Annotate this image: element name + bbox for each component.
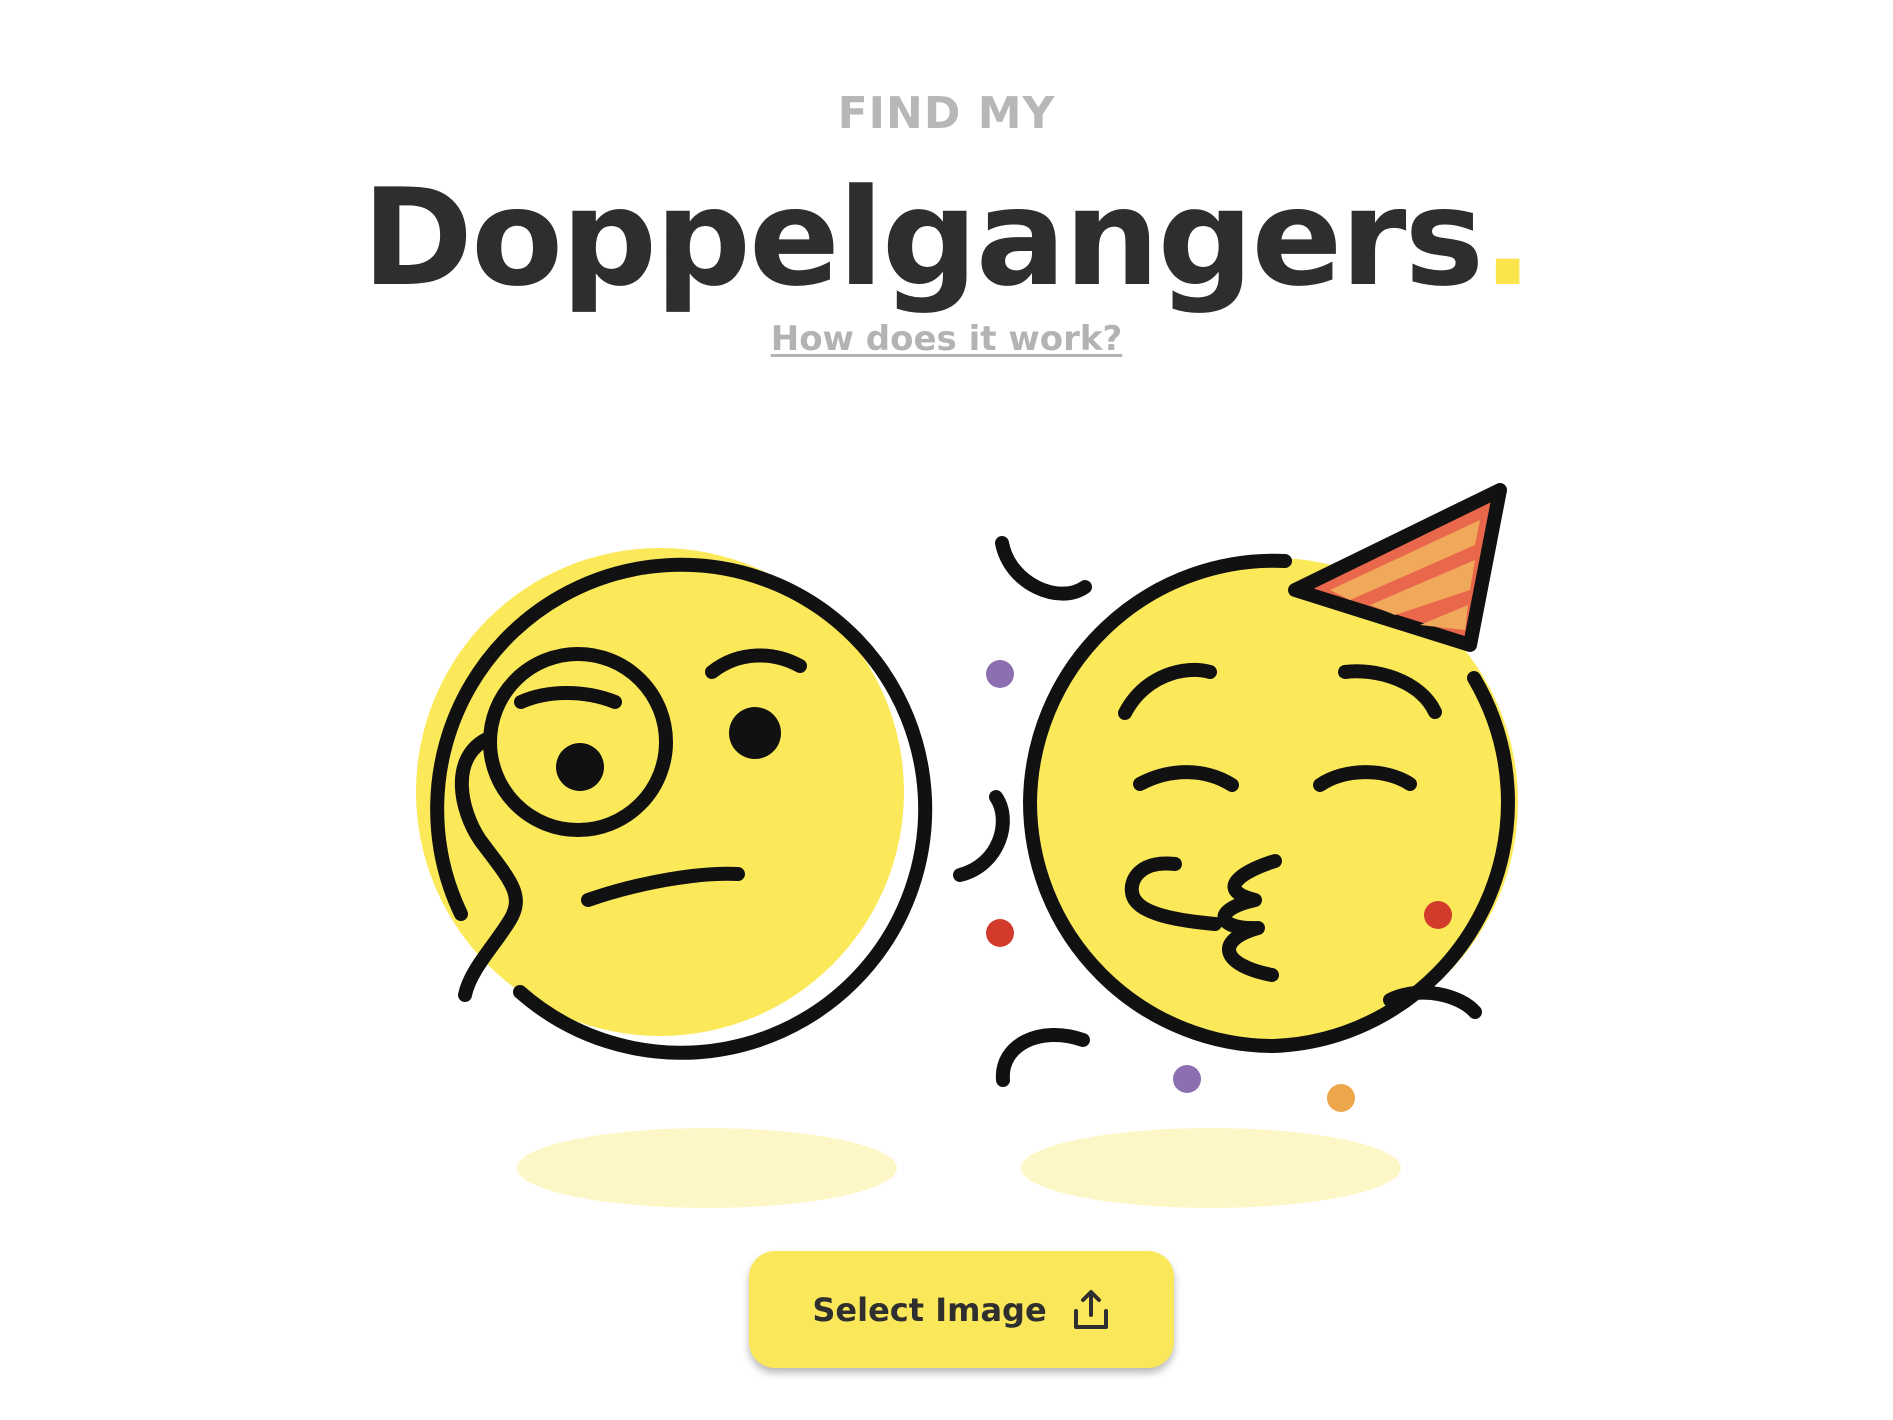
how-it-works-container: How does it work? [0,318,1893,360]
confetti-icon [953,536,1482,1087]
title-accent-dot: . [1482,160,1533,316]
select-image-label: Select Image [812,1290,1047,1329]
left-shadow [517,1128,897,1208]
page: FIND MY Doppelgangers. How does it work? [0,0,1893,1420]
partying-kiss-face-icon [1023,553,1518,1053]
monocle-face-icon [416,548,933,1060]
page-title: Doppelgangers. [0,158,1893,318]
party-hat-icon [1288,483,1507,652]
confetti-dots [986,660,1355,1112]
right-shadow [1021,1128,1401,1208]
how-it-works-link[interactable]: How does it work? [771,319,1123,359]
title-text: Doppelgangers [361,160,1484,316]
upload-icon [1071,1289,1111,1331]
select-image-button[interactable]: Select Image [749,1251,1174,1368]
eyebrow-label: FIND MY [837,88,1056,139]
